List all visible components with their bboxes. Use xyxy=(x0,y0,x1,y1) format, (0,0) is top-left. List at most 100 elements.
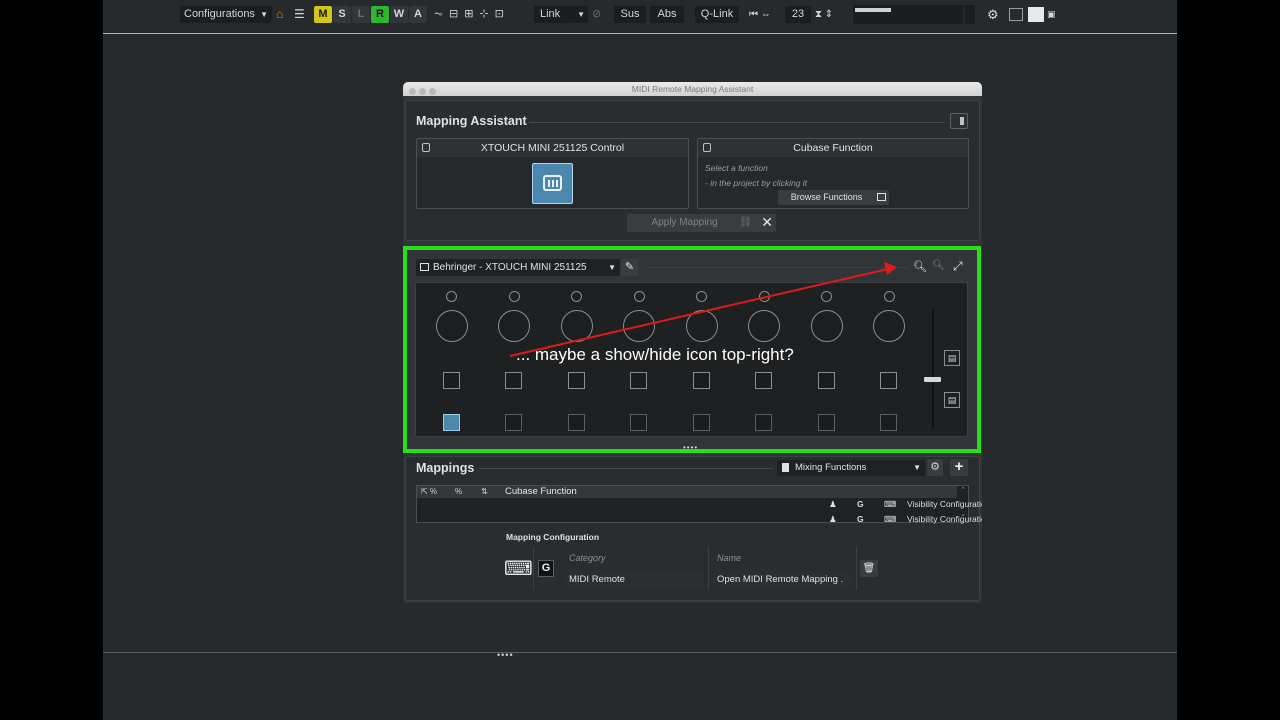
encoder-led[interactable] xyxy=(634,291,645,302)
gear-icon[interactable]: ⚙ xyxy=(927,459,943,476)
fader-handle[interactable] xyxy=(924,377,941,382)
button-pad[interactable] xyxy=(568,414,585,431)
header-icon[interactable]: ⇱ % xyxy=(421,487,437,496)
table-header-label[interactable]: Cubase Function xyxy=(505,486,577,497)
abs-button[interactable]: Abs xyxy=(650,6,684,23)
button-pad[interactable] xyxy=(818,414,835,431)
config-divider xyxy=(708,547,709,590)
encoder-led[interactable] xyxy=(446,291,457,302)
rotary-knob[interactable] xyxy=(873,310,905,342)
function-box: Cubase Function Select a function - in t… xyxy=(697,138,969,209)
write-button[interactable]: W xyxy=(390,6,408,23)
zoom-in-icon[interactable]: 🔍︎ xyxy=(913,260,927,273)
browse-functions-button[interactable]: Browse Functions xyxy=(778,190,889,205)
device-selector[interactable]: Behringer - XTOUCH MINI 251125 ▼ xyxy=(416,259,620,276)
button-pad[interactable] xyxy=(755,414,772,431)
selected-control-tile[interactable] xyxy=(532,163,573,204)
panel-toggle-button[interactable] xyxy=(950,113,968,129)
home-icon[interactable]: ⌂ xyxy=(276,6,290,23)
trash-icon[interactable]: 🗑︎ xyxy=(860,560,878,577)
button-pad-selected[interactable] xyxy=(443,414,460,431)
chevron-down-icon: ▼ xyxy=(577,10,585,19)
rotary-knob[interactable] xyxy=(436,310,468,342)
lock-icon[interactable] xyxy=(703,143,711,152)
rotary-knob[interactable] xyxy=(811,310,843,342)
button-pad[interactable] xyxy=(693,372,710,389)
rotary-knob[interactable] xyxy=(498,310,530,342)
nudge-icons[interactable]: ⏮ ⇔ xyxy=(749,6,779,23)
apply-mapping-button[interactable]: Apply Mapping ⛓ ✕ xyxy=(627,214,776,232)
device-selector-label: Behringer - XTOUCH MINI 251125 xyxy=(433,262,587,273)
sus-button[interactable]: Sus xyxy=(614,6,646,23)
function-hint-2: - in the project by clicking it xyxy=(705,178,808,188)
encoder-led[interactable] xyxy=(884,291,895,302)
category-label: Category xyxy=(569,553,606,563)
button-pad[interactable] xyxy=(630,414,647,431)
edit-pencil-icon[interactable]: ✎ xyxy=(621,259,638,276)
add-mapping-button[interactable]: + xyxy=(950,459,968,476)
row-function-label: Visibility Configuration 7 (Channel & Tr… xyxy=(907,499,982,509)
zoom-window-button[interactable] xyxy=(429,88,436,95)
rotary-knob[interactable] xyxy=(623,310,655,342)
row-function-label: Visibility Configuration 8 (Channel & Tr… xyxy=(907,514,982,524)
document-icon[interactable]: ▤ xyxy=(944,350,960,366)
link-dropdown[interactable]: Link ▼ xyxy=(534,6,588,23)
automation-button[interactable]: A xyxy=(409,6,427,23)
global-badge: G xyxy=(857,514,864,524)
encoder-led[interactable] xyxy=(759,291,770,302)
panel-resize-grip[interactable]: •••• xyxy=(683,443,698,452)
name-field[interactable]: Open MIDI Remote Mapping . xyxy=(714,571,852,588)
encoder-led[interactable] xyxy=(696,291,707,302)
listen-button[interactable]: L xyxy=(352,6,370,23)
close-icon[interactable]: ✕ xyxy=(761,213,773,231)
button-pad[interactable] xyxy=(505,372,522,389)
button-pad[interactable] xyxy=(505,414,522,431)
button-pad[interactable] xyxy=(818,372,835,389)
close-window-button[interactable] xyxy=(409,88,416,95)
read-button[interactable]: R xyxy=(371,6,389,23)
lock-icon[interactable] xyxy=(422,143,430,152)
rotary-knob[interactable] xyxy=(748,310,780,342)
encoder-led[interactable] xyxy=(509,291,520,302)
category-field[interactable]: MIDI Remote xyxy=(566,571,704,588)
resize-grip[interactable]: •••• xyxy=(497,650,514,660)
table-row[interactable]: ♟ G ⌨ Visibility Configuration 8 (Channe… xyxy=(820,514,982,524)
minimize-window-button[interactable] xyxy=(419,88,426,95)
configurations-dropdown[interactable]: Configurations ▼ xyxy=(180,6,272,23)
right-zone-icon[interactable] xyxy=(1028,7,1044,22)
header-icon[interactable]: ⇅ xyxy=(481,487,488,496)
button-pad[interactable] xyxy=(880,372,897,389)
button-pad[interactable] xyxy=(755,372,772,389)
rotary-knob[interactable] xyxy=(686,310,718,342)
meter-scrollbar[interactable] xyxy=(965,5,975,24)
zoom-out-icon[interactable]: 🔍︎ xyxy=(932,260,945,271)
header-icon[interactable]: % xyxy=(455,487,462,496)
rotary-knob[interactable] xyxy=(561,310,593,342)
qlink-button[interactable]: Q-Link xyxy=(695,6,739,23)
mappings-filter-dropdown[interactable]: Mixing Functions ▼ xyxy=(777,460,925,476)
document-icon[interactable]: ▤ xyxy=(944,392,960,408)
list-icon[interactable]: ☰ xyxy=(294,6,308,23)
function-box-label: Cubase Function xyxy=(793,142,873,154)
button-pad[interactable] xyxy=(568,372,585,389)
mute-button[interactable]: M xyxy=(314,6,332,23)
camera-icon[interactable]: ▣ xyxy=(1047,6,1059,23)
zoom-icons[interactable]: ⧗ ⇕ xyxy=(815,6,845,23)
link-toggle-icon[interactable]: ⊘ xyxy=(592,6,604,23)
solo-button[interactable]: S xyxy=(333,6,351,23)
encoder-led[interactable] xyxy=(821,291,832,302)
table-row[interactable]: ♟ G ⌨ Visibility Configuration 7 (Channe… xyxy=(820,499,982,509)
button-pad[interactable] xyxy=(443,372,460,389)
view-icons-group[interactable]: ⏦⊟⊞⊹⊡ xyxy=(434,6,524,23)
left-zone-icon[interactable] xyxy=(1009,8,1023,21)
gear-icon[interactable]: ⚙ xyxy=(987,6,1003,23)
button-pad[interactable] xyxy=(880,414,897,431)
global-scope-toggle[interactable]: G xyxy=(538,560,554,577)
configurations-label: Configurations xyxy=(184,8,255,20)
button-pad[interactable] xyxy=(630,372,647,389)
nudge-value[interactable]: 23 xyxy=(785,6,811,23)
button-pad[interactable] xyxy=(693,414,710,431)
mappings-rule xyxy=(479,468,773,469)
expand-icon[interactable]: ⤢ xyxy=(953,259,963,274)
encoder-led[interactable] xyxy=(571,291,582,302)
